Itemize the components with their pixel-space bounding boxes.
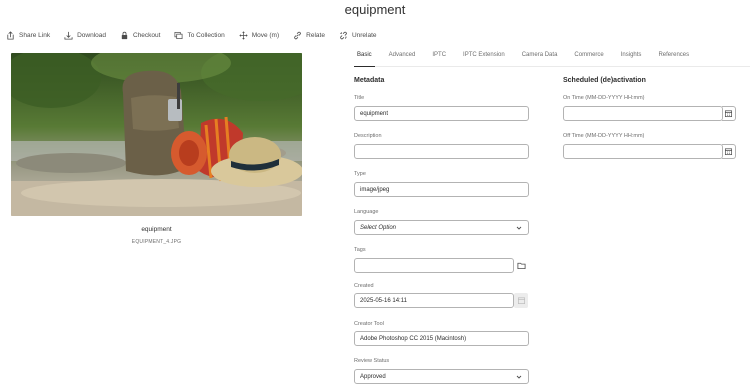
metadata-heading: Metadata (354, 77, 385, 84)
to-collection-label: To Collection (187, 31, 225, 39)
description-field[interactable] (354, 144, 529, 159)
tab-basic[interactable]: Basic (354, 47, 375, 67)
page-title: equipment (344, 2, 406, 17)
on-time-label: On Time (MM-DD-YYYY HH:mm) (563, 95, 645, 101)
checkout-label: Checkout (133, 31, 161, 39)
tab-commerce[interactable]: Commerce (571, 47, 606, 67)
move-label: Move (m) (251, 31, 280, 39)
type-label: Type (354, 171, 366, 177)
tab-iptc[interactable]: IPTC (429, 47, 449, 67)
created-field[interactable]: 2025-05-16 14:11 (354, 293, 514, 308)
asset-preview-image (11, 53, 302, 216)
title-field[interactable]: equipment (354, 106, 529, 121)
language-select-value: Select Option (360, 224, 397, 231)
toolbar: Share Link Download Checkout To Collecti… (6, 27, 391, 43)
chevron-down-icon (516, 375, 522, 379)
asset-filename: EQUIPMENT_4.JPG (131, 239, 182, 245)
tags-browse-button[interactable] (514, 258, 528, 273)
download-button[interactable]: Download (64, 31, 106, 40)
on-time-field[interactable] (563, 106, 723, 121)
review-status-select[interactable]: Approved (354, 369, 529, 384)
unlink-icon (340, 31, 347, 39)
chevron-down-icon (516, 226, 522, 230)
created-label: Created (354, 283, 374, 289)
lock-icon (121, 31, 128, 39)
relate-label: Relate (306, 31, 325, 39)
creator-tool-label: Creator Tool (354, 321, 384, 327)
tab-references[interactable]: References (655, 47, 692, 67)
metadata-tabs: Basic Advanced IPTC IPTC Extension Camer… (354, 47, 750, 67)
download-icon (64, 31, 73, 40)
review-status-label: Review Status (354, 358, 390, 364)
calendar-icon (517, 297, 525, 305)
download-label: Download (77, 31, 106, 39)
off-time-label: Off Time (MM-DD-YYYY HH:mm) (563, 133, 645, 139)
review-status-value: Approved (360, 373, 386, 380)
to-collection-button[interactable]: To Collection (174, 31, 225, 40)
tab-iptc-extension[interactable]: IPTC Extension (460, 47, 508, 67)
type-field[interactable]: image/jpeg (354, 182, 529, 197)
language-select[interactable]: Select Option (354, 220, 529, 235)
tags-field[interactable] (354, 258, 514, 273)
move-button[interactable]: Move (m) (239, 30, 280, 40)
asset-name: equipment (141, 226, 172, 233)
tags-label: Tags (354, 247, 366, 253)
folder-icon (516, 262, 526, 270)
off-time-calendar-button[interactable] (722, 144, 736, 159)
calendar-icon (724, 148, 733, 156)
share-link-button[interactable]: Share Link (6, 30, 51, 40)
calendar-icon (724, 110, 733, 118)
tab-camera-data[interactable]: Camera Data (519, 47, 561, 67)
unrelate-label: Unrelate (351, 31, 377, 39)
on-time-calendar-button[interactable] (722, 106, 736, 121)
creator-tool-field[interactable]: Adobe Photoshop CC 2015 (Macintosh) (354, 331, 529, 346)
share-link-label: Share Link (19, 31, 51, 39)
move-icon (239, 30, 248, 40)
title-label: Title (354, 95, 365, 101)
unrelate-button[interactable]: Unrelate (339, 31, 377, 40)
created-calendar-button[interactable] (514, 293, 528, 308)
scheduled-activation-heading: Scheduled (de)activation (563, 77, 646, 84)
language-label: Language (354, 209, 379, 215)
share-icon (7, 30, 14, 40)
tab-advanced[interactable]: Advanced (386, 47, 419, 67)
relate-button[interactable]: Relate (293, 31, 325, 40)
off-time-field[interactable] (563, 144, 723, 159)
description-label: Description (354, 133, 382, 139)
link-icon (294, 31, 301, 39)
collection-icon (175, 31, 183, 39)
tab-insights[interactable]: Insights (618, 47, 645, 67)
checkout-button[interactable]: Checkout (120, 31, 160, 40)
